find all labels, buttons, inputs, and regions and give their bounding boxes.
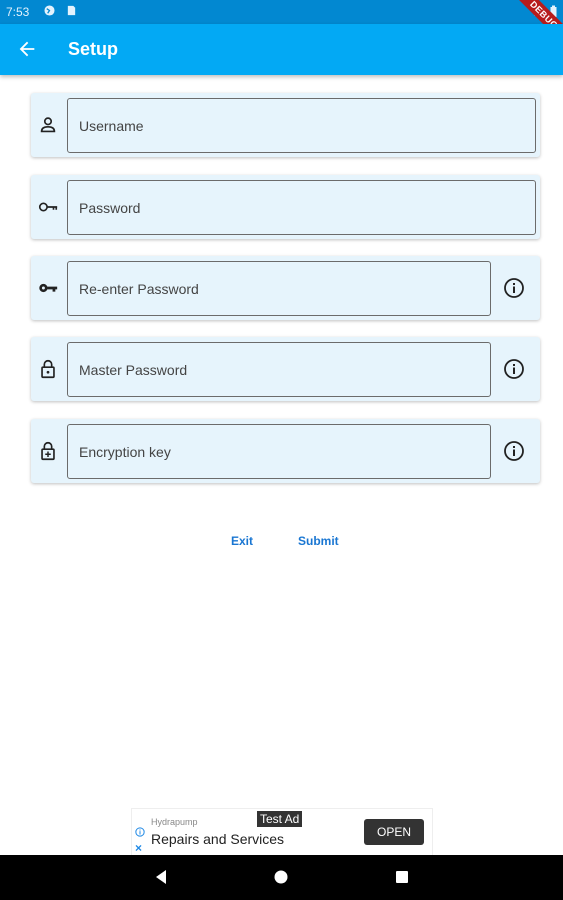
nav-home-icon[interactable] [273,869,289,885]
exit-button[interactable]: Exit [231,534,253,548]
ad-banner[interactable]: Test Ad × Hydrapump Repairs and Services… [131,808,433,856]
master-password-input[interactable] [68,343,490,396]
ad-brand: Hydrapump [151,817,198,827]
key-icon [39,283,58,293]
key-outline-icon [38,202,58,212]
reenter-password-field-box [67,261,491,316]
master-password-field-box [67,342,491,397]
encryption-key-input[interactable] [68,425,490,478]
password-card [31,175,540,239]
master-password-card [31,337,540,401]
reenter-password-card [31,256,540,320]
info-icon[interactable] [502,357,526,381]
page-title: Setup [68,39,119,59]
back-arrow-icon[interactable] [16,38,38,60]
encryption-key-card [31,419,540,483]
test-ad-label: Test Ad [257,811,303,827]
ad-close-icon[interactable]: × [135,841,142,855]
person-icon [40,117,56,133]
encryption-key-field-box [67,424,491,479]
password-field-box [67,180,536,235]
status-bar: 7:53 [0,0,563,24]
username-card [31,93,540,157]
app-bar: Setup [0,24,563,75]
nav-recents-icon[interactable] [394,869,410,885]
password-input[interactable] [68,181,535,234]
ad-open-button[interactable]: OPEN [364,819,424,845]
reenter-password-input[interactable] [68,262,490,315]
lock-alert-icon [41,441,55,461]
status-time: 7:53 [6,5,30,19]
vpn-globe-icon [44,5,55,16]
ad-headline: Repairs and Services [151,831,285,847]
submit-button[interactable]: Submit [298,534,339,548]
system-nav-bar [0,855,563,900]
info-icon[interactable] [502,276,526,300]
username-input[interactable] [68,99,535,152]
username-field-box [67,98,536,153]
sd-card-icon [67,5,76,16]
nav-back-icon[interactable] [153,869,169,885]
info-icon[interactable] [502,439,526,463]
ad-info-icon[interactable] [135,827,145,837]
lock-icon [41,359,55,379]
